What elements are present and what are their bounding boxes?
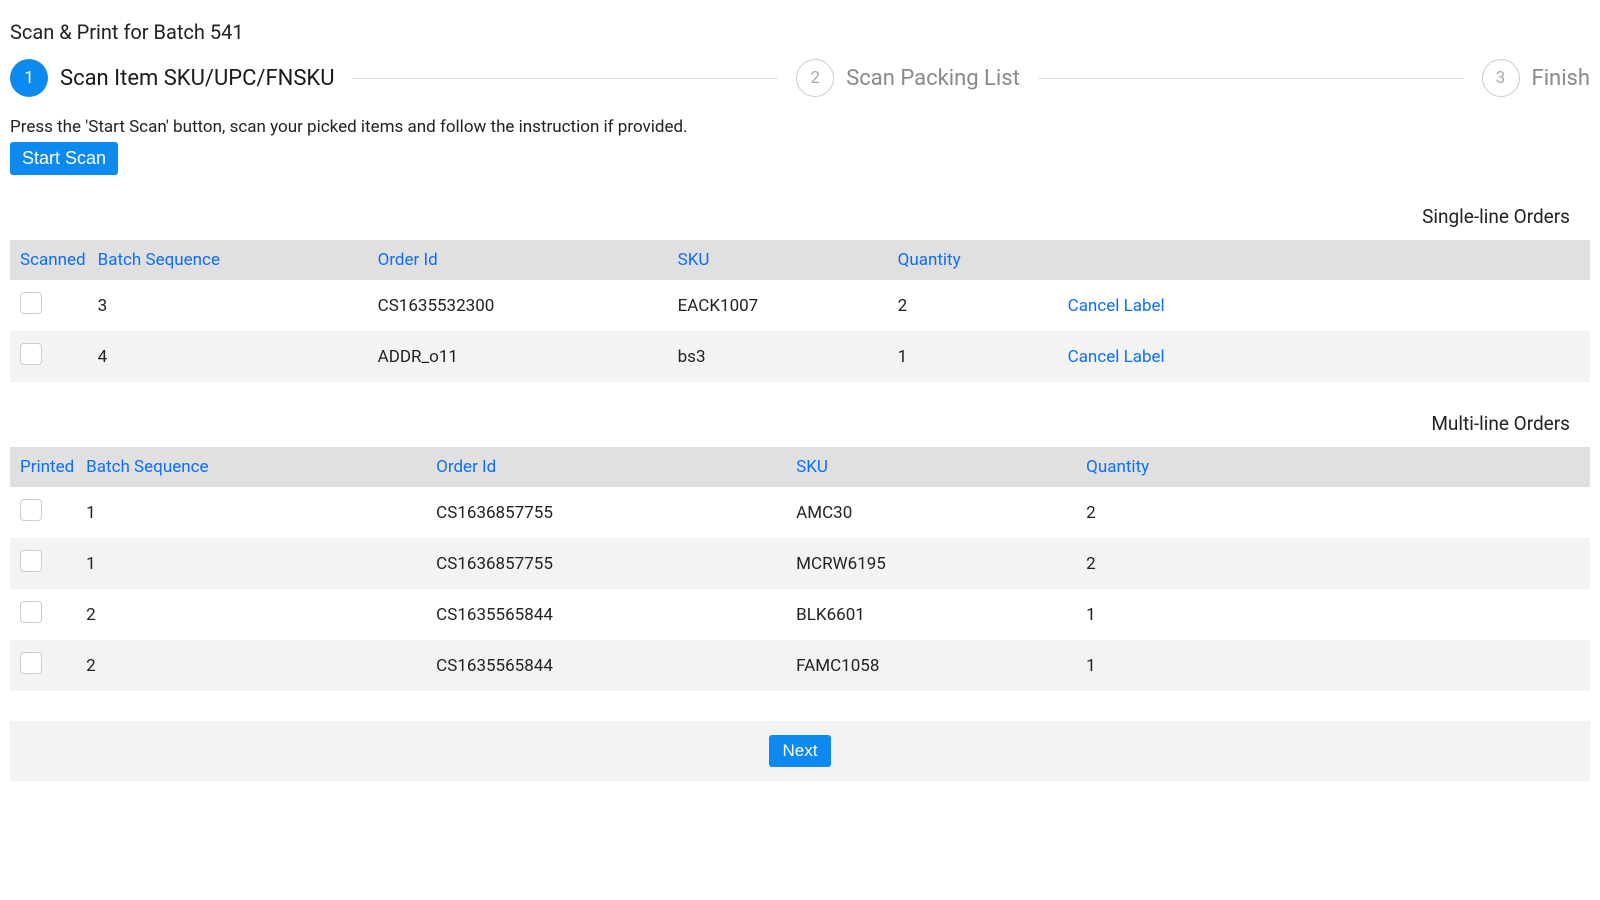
cell-quantity: 2 xyxy=(1080,487,1590,538)
start-scan-button[interactable]: Start Scan xyxy=(10,142,118,175)
instruction-text: Press the 'Start Scan' button, scan your… xyxy=(10,117,1590,137)
cell-sku: bs3 xyxy=(672,331,892,382)
table-row: 4 ADDR_o11 bs3 1 Cancel Label xyxy=(10,331,1590,382)
step-1-circle: 1 xyxy=(10,59,48,97)
cell-batch-sequence: 1 xyxy=(80,538,430,589)
step-3[interactable]: 3 Finish xyxy=(1482,59,1590,97)
col-batch-sequence[interactable]: Batch Sequence xyxy=(80,447,430,487)
cell-sku: FAMC1058 xyxy=(790,640,1080,691)
page-title: Scan & Print for Batch 541 xyxy=(10,20,1590,44)
cell-batch-sequence: 1 xyxy=(80,487,430,538)
step-divider xyxy=(352,78,778,79)
printed-checkbox[interactable] xyxy=(20,601,42,623)
cell-order-id: CS1635565844 xyxy=(430,640,790,691)
table-row: 2 CS1635565844 BLK6601 1 xyxy=(10,589,1590,640)
col-order-id[interactable]: Order Id xyxy=(372,240,672,280)
cancel-label-link[interactable]: Cancel Label xyxy=(1068,347,1165,367)
step-3-circle: 3 xyxy=(1482,59,1520,97)
cell-quantity: 2 xyxy=(892,280,1062,331)
table-row: 1 CS1636857755 MCRW6195 2 xyxy=(10,538,1590,589)
cell-order-id: CS1635532300 xyxy=(372,280,672,331)
table-row: 3 CS1635532300 EACK1007 2 Cancel Label xyxy=(10,280,1590,331)
scanned-checkbox[interactable] xyxy=(20,343,42,365)
step-2[interactable]: 2 Scan Packing List xyxy=(796,59,1020,97)
multi-line-orders-section: Multi-line Orders Printed Batch Sequence… xyxy=(10,412,1590,691)
section-title-single: Single-line Orders xyxy=(10,205,1590,228)
cell-quantity: 1 xyxy=(1080,589,1590,640)
cell-order-id: CS1635565844 xyxy=(430,589,790,640)
footer-bar: Next xyxy=(10,721,1590,781)
cell-sku: AMC30 xyxy=(790,487,1080,538)
printed-checkbox[interactable] xyxy=(20,652,42,674)
next-button[interactable]: Next xyxy=(769,735,832,767)
cell-quantity: 1 xyxy=(892,331,1062,382)
step-2-circle: 2 xyxy=(796,59,834,97)
cell-quantity: 2 xyxy=(1080,538,1590,589)
col-printed[interactable]: Printed xyxy=(10,447,80,487)
cell-order-id: CS1636857755 xyxy=(430,487,790,538)
col-scanned[interactable]: Scanned xyxy=(10,240,92,280)
col-quantity[interactable]: Quantity xyxy=(892,240,1062,280)
col-action xyxy=(1062,240,1590,280)
single-line-orders-table: Scanned Batch Sequence Order Id SKU Quan… xyxy=(10,240,1590,382)
stepper: 1 Scan Item SKU/UPC/FNSKU 2 Scan Packing… xyxy=(10,59,1590,97)
col-order-id[interactable]: Order Id xyxy=(430,447,790,487)
step-3-label: Finish xyxy=(1532,66,1590,91)
step-1-label: Scan Item SKU/UPC/FNSKU xyxy=(60,66,334,91)
table-row: 2 CS1635565844 FAMC1058 1 xyxy=(10,640,1590,691)
cell-order-id: CS1636857755 xyxy=(430,538,790,589)
multi-line-orders-table: Printed Batch Sequence Order Id SKU Quan… xyxy=(10,447,1590,691)
table-header-row: Printed Batch Sequence Order Id SKU Quan… xyxy=(10,447,1590,487)
cell-quantity: 1 xyxy=(1080,640,1590,691)
col-quantity[interactable]: Quantity xyxy=(1080,447,1590,487)
col-batch-sequence[interactable]: Batch Sequence xyxy=(92,240,372,280)
cell-batch-sequence: 2 xyxy=(80,640,430,691)
cancel-label-link[interactable]: Cancel Label xyxy=(1068,296,1165,316)
cell-sku: MCRW6195 xyxy=(790,538,1080,589)
cell-batch-sequence: 3 xyxy=(92,280,372,331)
step-divider xyxy=(1038,78,1464,79)
cell-batch-sequence: 4 xyxy=(92,331,372,382)
printed-checkbox[interactable] xyxy=(20,550,42,572)
table-header-row: Scanned Batch Sequence Order Id SKU Quan… xyxy=(10,240,1590,280)
cell-batch-sequence: 2 xyxy=(80,589,430,640)
section-title-multi: Multi-line Orders xyxy=(10,412,1590,435)
cell-sku: BLK6601 xyxy=(790,589,1080,640)
single-line-orders-section: Single-line Orders Scanned Batch Sequenc… xyxy=(10,205,1590,382)
col-sku[interactable]: SKU xyxy=(672,240,892,280)
scanned-checkbox[interactable] xyxy=(20,292,42,314)
cell-order-id: ADDR_o11 xyxy=(372,331,672,382)
step-2-label: Scan Packing List xyxy=(846,66,1020,91)
table-row: 1 CS1636857755 AMC30 2 xyxy=(10,487,1590,538)
cell-sku: EACK1007 xyxy=(672,280,892,331)
printed-checkbox[interactable] xyxy=(20,499,42,521)
col-sku[interactable]: SKU xyxy=(790,447,1080,487)
step-1[interactable]: 1 Scan Item SKU/UPC/FNSKU xyxy=(10,59,334,97)
